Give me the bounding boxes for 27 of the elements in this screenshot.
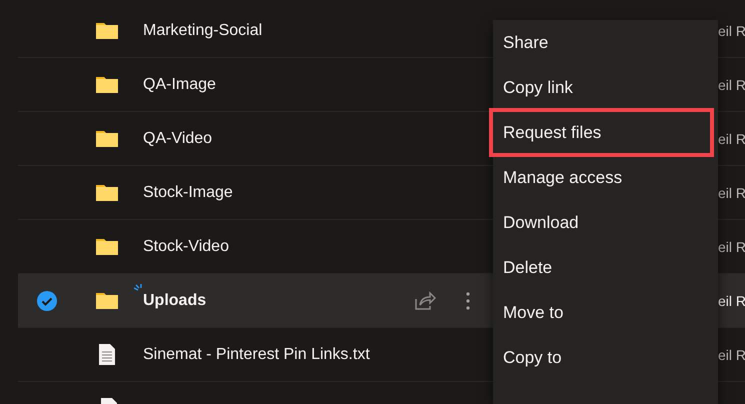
menu-item[interactable]: Copy to bbox=[493, 335, 718, 380]
folder-icon bbox=[95, 21, 119, 40]
file-name[interactable]: Sinemat - Pinterest Pin Links.txt bbox=[143, 346, 370, 364]
folder-icon bbox=[95, 237, 119, 256]
owner-name: eil R bbox=[718, 130, 745, 146]
folder-icon bbox=[95, 183, 119, 202]
file-name[interactable]: Stock-Video bbox=[143, 238, 229, 256]
share-icon[interactable] bbox=[414, 290, 436, 310]
folder-icon bbox=[95, 129, 119, 148]
owner-name: eil R bbox=[718, 184, 745, 200]
owner-name: eil R bbox=[718, 22, 745, 38]
owner-name: eil R bbox=[718, 346, 745, 362]
menu-item[interactable]: Request files bbox=[491, 110, 712, 155]
file-name[interactable]: QA-Image bbox=[143, 76, 216, 94]
file-name[interactable]: Stock-Image bbox=[143, 184, 233, 202]
folder-icon bbox=[95, 75, 119, 94]
owner-name: eil R bbox=[718, 292, 745, 308]
folder-icon bbox=[95, 291, 119, 310]
owner-name: eil R bbox=[718, 76, 745, 92]
menu-item[interactable]: Copy link bbox=[493, 65, 718, 110]
file-name[interactable]: Marketing-Social bbox=[143, 22, 262, 40]
file-name[interactable]: QA-Video bbox=[143, 130, 212, 148]
file-name[interactable]: Uploads bbox=[143, 292, 206, 310]
checkmark-icon[interactable] bbox=[36, 290, 58, 312]
owner-name: eil R bbox=[718, 238, 745, 254]
more-options-icon[interactable] bbox=[466, 292, 470, 310]
text-file-icon bbox=[98, 343, 116, 366]
